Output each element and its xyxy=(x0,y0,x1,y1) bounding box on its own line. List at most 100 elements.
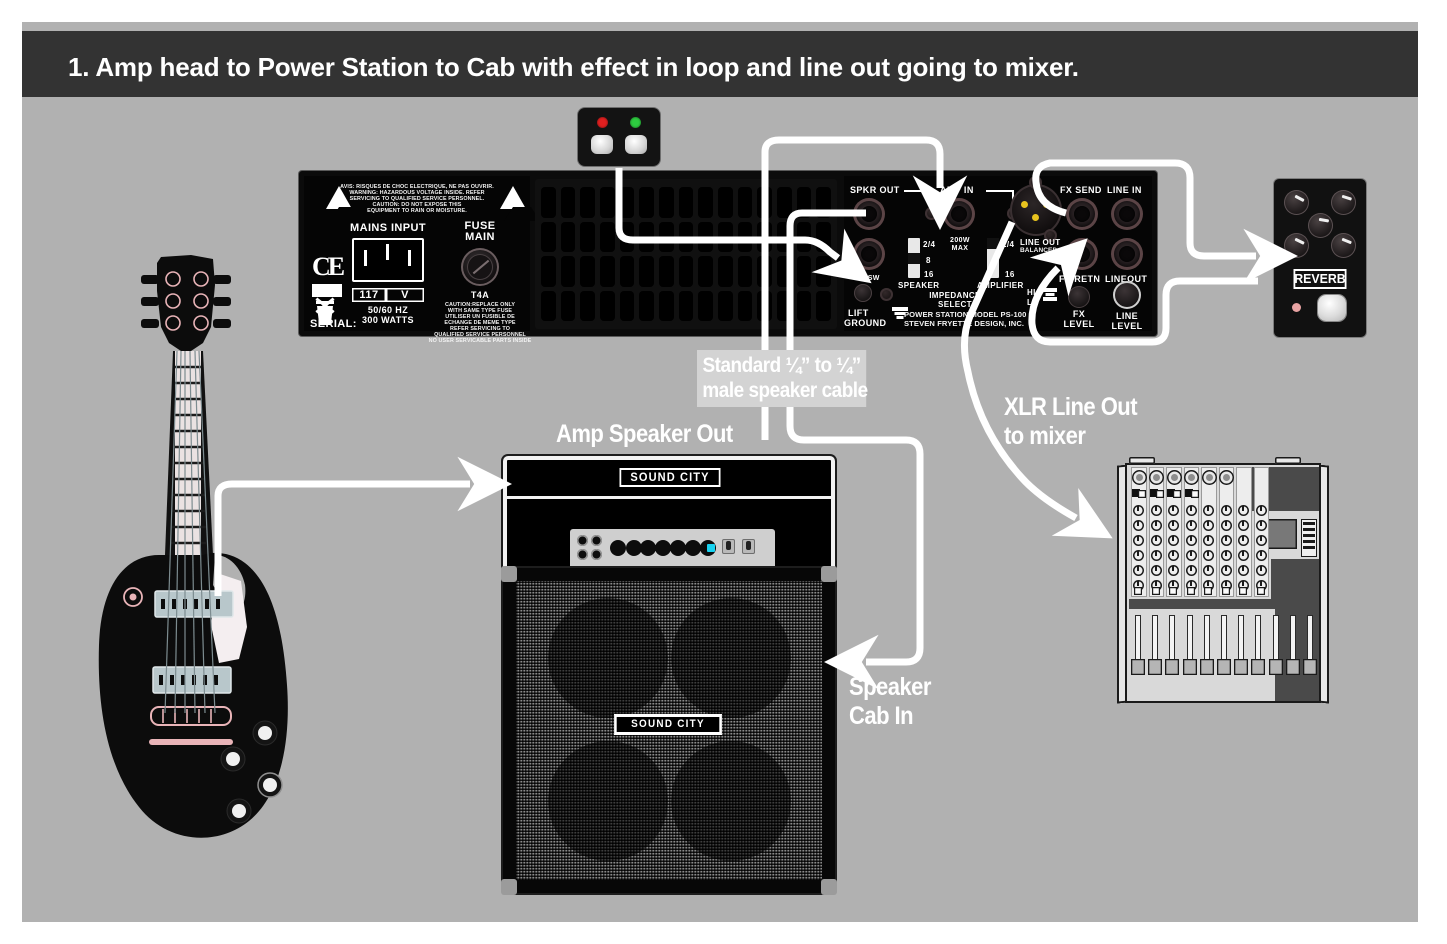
jack-amp-in[interactable] xyxy=(943,198,975,230)
mixer-fader-knob[interactable] xyxy=(1234,659,1249,675)
mixer-xlr-input[interactable] xyxy=(1201,470,1217,485)
mixer-eq-knob[interactable] xyxy=(1185,565,1197,576)
jack-line-out[interactable] xyxy=(1111,238,1143,270)
amp-knob-4[interactable] xyxy=(655,540,671,556)
amp-input-jack-3[interactable] xyxy=(577,549,588,560)
jack-fx-send[interactable] xyxy=(1066,198,1098,230)
mixer-eq-knob[interactable] xyxy=(1185,505,1197,516)
xlr-line-out-connector[interactable] xyxy=(1010,184,1062,236)
mixer-eq-knob[interactable] xyxy=(1168,505,1179,516)
mixer-xlr-input[interactable] xyxy=(1131,470,1147,485)
mixer-fader-knob[interactable] xyxy=(1217,659,1231,675)
pedal-footswitch[interactable] xyxy=(1318,295,1346,321)
mixer-fader-knob[interactable] xyxy=(1268,659,1283,675)
mixer-channel-strip[interactable] xyxy=(1166,467,1182,597)
mixer-eq-knob[interactable] xyxy=(1185,535,1197,546)
mixer-eq-knob[interactable] xyxy=(1238,550,1249,561)
mixer-eq-knob[interactable] xyxy=(1203,520,1214,531)
mixer-eq-knob[interactable] xyxy=(1133,505,1144,516)
pedal-knob-5[interactable] xyxy=(1331,233,1356,258)
jack-line-in[interactable] xyxy=(1111,198,1143,230)
mixer-eq-knob[interactable] xyxy=(1255,550,1267,561)
amp-knob-1[interactable] xyxy=(610,540,626,556)
mixer-fader-knob[interactable] xyxy=(1251,659,1266,675)
mixer-xlr-input[interactable] xyxy=(1149,470,1164,485)
mixer-fader-knob[interactable] xyxy=(1131,659,1145,675)
fx-level-knob[interactable] xyxy=(1068,286,1090,308)
line-level-knob[interactable] xyxy=(1113,281,1141,309)
mixer-fader-knob[interactable] xyxy=(1148,659,1163,675)
mixer-eq-knob[interactable] xyxy=(1168,520,1179,531)
mixer-eq-knob[interactable] xyxy=(1133,550,1144,561)
mixer-channel-strip[interactable] xyxy=(1148,467,1164,597)
mixer-eq-knob[interactable] xyxy=(1168,565,1179,576)
reverb-pedal[interactable]: REVERB xyxy=(1274,179,1366,337)
footswitch-button-left[interactable] xyxy=(591,135,613,154)
speaker-impedance-switch[interactable] xyxy=(908,238,920,278)
amplifier-impedance-switch[interactable] xyxy=(987,238,999,278)
mixer-mute-button[interactable] xyxy=(1134,587,1142,595)
mixer-fader-knob[interactable] xyxy=(1165,659,1180,675)
mixer-eq-knob[interactable] xyxy=(1255,565,1267,576)
jack-ft-sw[interactable] xyxy=(853,238,885,270)
mixer-xlr-input[interactable] xyxy=(1166,470,1182,485)
footswitch-button-right[interactable] xyxy=(625,135,647,154)
mixer-xlr-input[interactable] xyxy=(1219,470,1234,485)
mixer-eq-knob[interactable] xyxy=(1150,550,1162,561)
mixer-eq-knob[interactable] xyxy=(1255,505,1267,516)
amp-input-jack-1[interactable] xyxy=(577,535,588,546)
mixer-eq-knob[interactable] xyxy=(1150,505,1162,516)
amp-knob-3[interactable] xyxy=(640,540,656,556)
mixer-channel-strip[interactable] xyxy=(1183,467,1199,597)
mixer-fader-knob[interactable] xyxy=(1199,659,1214,675)
amp-input-jack-2[interactable] xyxy=(591,535,602,546)
mixer-channel-strip[interactable] xyxy=(1253,467,1269,597)
jack-spkr-out[interactable] xyxy=(853,198,885,230)
pedal-knob-4[interactable] xyxy=(1284,233,1309,258)
mixer-eq-knob[interactable] xyxy=(1150,535,1162,546)
mixer-mute-button[interactable] xyxy=(1186,587,1195,595)
mixer-eq-knob[interactable] xyxy=(1238,520,1249,531)
footswitch-box[interactable] xyxy=(578,108,660,166)
mixer-eq-knob[interactable] xyxy=(1168,535,1179,546)
mixer-eq-knob[interactable] xyxy=(1203,505,1214,516)
mixer-eq-knob[interactable] xyxy=(1220,505,1232,516)
pedal-knob-2[interactable] xyxy=(1331,190,1356,215)
mixer-eq-knob[interactable] xyxy=(1238,535,1249,546)
mixer-eq-knob[interactable] xyxy=(1133,565,1144,576)
mixer-eq-knob[interactable] xyxy=(1255,535,1267,546)
hi-lo-switch-icon[interactable] xyxy=(1042,288,1058,303)
amp-toggle-1[interactable] xyxy=(722,539,735,554)
mixer-channel-strip[interactable] xyxy=(1131,467,1147,597)
mixer-channel-strip[interactable] xyxy=(1218,467,1234,597)
mixer-eq-knob[interactable] xyxy=(1203,565,1214,576)
mixer-mute-button[interactable] xyxy=(1169,587,1177,595)
amp-input-jack-4[interactable] xyxy=(591,549,602,560)
mixer-xlr-input[interactable] xyxy=(1184,470,1199,485)
pedal-knob-3[interactable] xyxy=(1308,213,1333,238)
mixer-eq-knob[interactable] xyxy=(1220,550,1232,561)
pedal-knob-1[interactable] xyxy=(1284,190,1309,215)
mixer-channel-strip[interactable] xyxy=(1201,467,1217,597)
mixer-eq-knob[interactable] xyxy=(1220,535,1232,546)
mixer-fader-knob[interactable] xyxy=(1285,659,1300,675)
mixer-fader-knob[interactable] xyxy=(1182,659,1197,675)
mixer-eq-knob[interactable] xyxy=(1133,535,1144,546)
mixer-eq-knob[interactable] xyxy=(1203,550,1214,561)
jack-fx-retn[interactable] xyxy=(1066,238,1098,270)
mixer-mute-button[interactable] xyxy=(1204,587,1212,595)
mixer-eq-knob[interactable] xyxy=(1150,520,1162,531)
mixer-eq-knob[interactable] xyxy=(1185,520,1197,531)
lift-ground-switch[interactable] xyxy=(854,284,872,302)
mixer-channel-strip[interactable] xyxy=(1236,467,1252,597)
mixer-eq-knob[interactable] xyxy=(1255,520,1267,531)
mixer-eq-knob[interactable] xyxy=(1133,520,1144,531)
mixer-eq-knob[interactable] xyxy=(1220,565,1232,576)
mixer-eq-knob[interactable] xyxy=(1150,565,1162,576)
mixer-eq-knob[interactable] xyxy=(1238,565,1249,576)
mixer-eq-knob[interactable] xyxy=(1185,550,1197,561)
mixer-fader-knob[interactable] xyxy=(1303,659,1317,675)
amp-toggle-2[interactable] xyxy=(742,539,755,554)
mixer-eq-knob[interactable] xyxy=(1220,520,1232,531)
mixer-mute-button[interactable] xyxy=(1239,587,1247,595)
